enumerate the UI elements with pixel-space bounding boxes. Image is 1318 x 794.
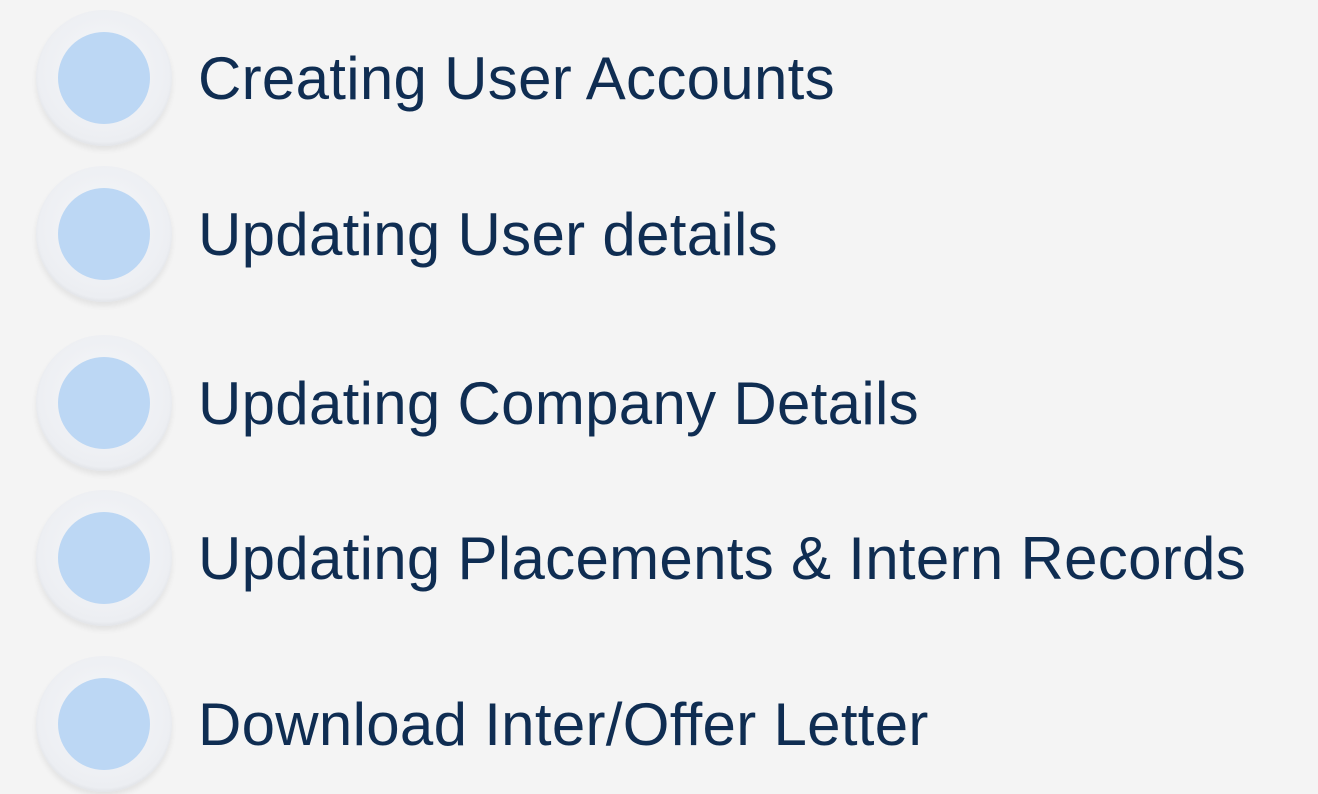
feature-label: Updating Company Details [198, 369, 919, 437]
feature-label: Updating User details [198, 200, 778, 268]
bullet-dot-icon [58, 32, 150, 124]
bullet-circle-icon [36, 10, 172, 146]
bullet-dot-icon [58, 357, 150, 449]
bullet-circle-icon [36, 490, 172, 626]
list-item: Updating Company Details [36, 333, 919, 473]
list-item: Updating Placements & Intern Records [36, 488, 1246, 628]
bullet-dot-icon [58, 188, 150, 280]
bullet-dot-icon [58, 678, 150, 770]
feature-label: Download Inter/Offer Letter [198, 690, 929, 758]
list-item: Creating User Accounts [36, 8, 835, 148]
bullet-dot-icon [58, 512, 150, 604]
bullet-circle-icon [36, 166, 172, 302]
feature-label: Creating User Accounts [198, 44, 835, 112]
feature-label: Updating Placements & Intern Records [198, 524, 1246, 592]
bullet-circle-icon [36, 335, 172, 471]
list-item: Updating User details [36, 164, 778, 304]
feature-list: Creating User Accounts Updating User det… [0, 0, 1318, 792]
list-item: Download Inter/Offer Letter [36, 654, 929, 794]
bullet-circle-icon [36, 656, 172, 792]
